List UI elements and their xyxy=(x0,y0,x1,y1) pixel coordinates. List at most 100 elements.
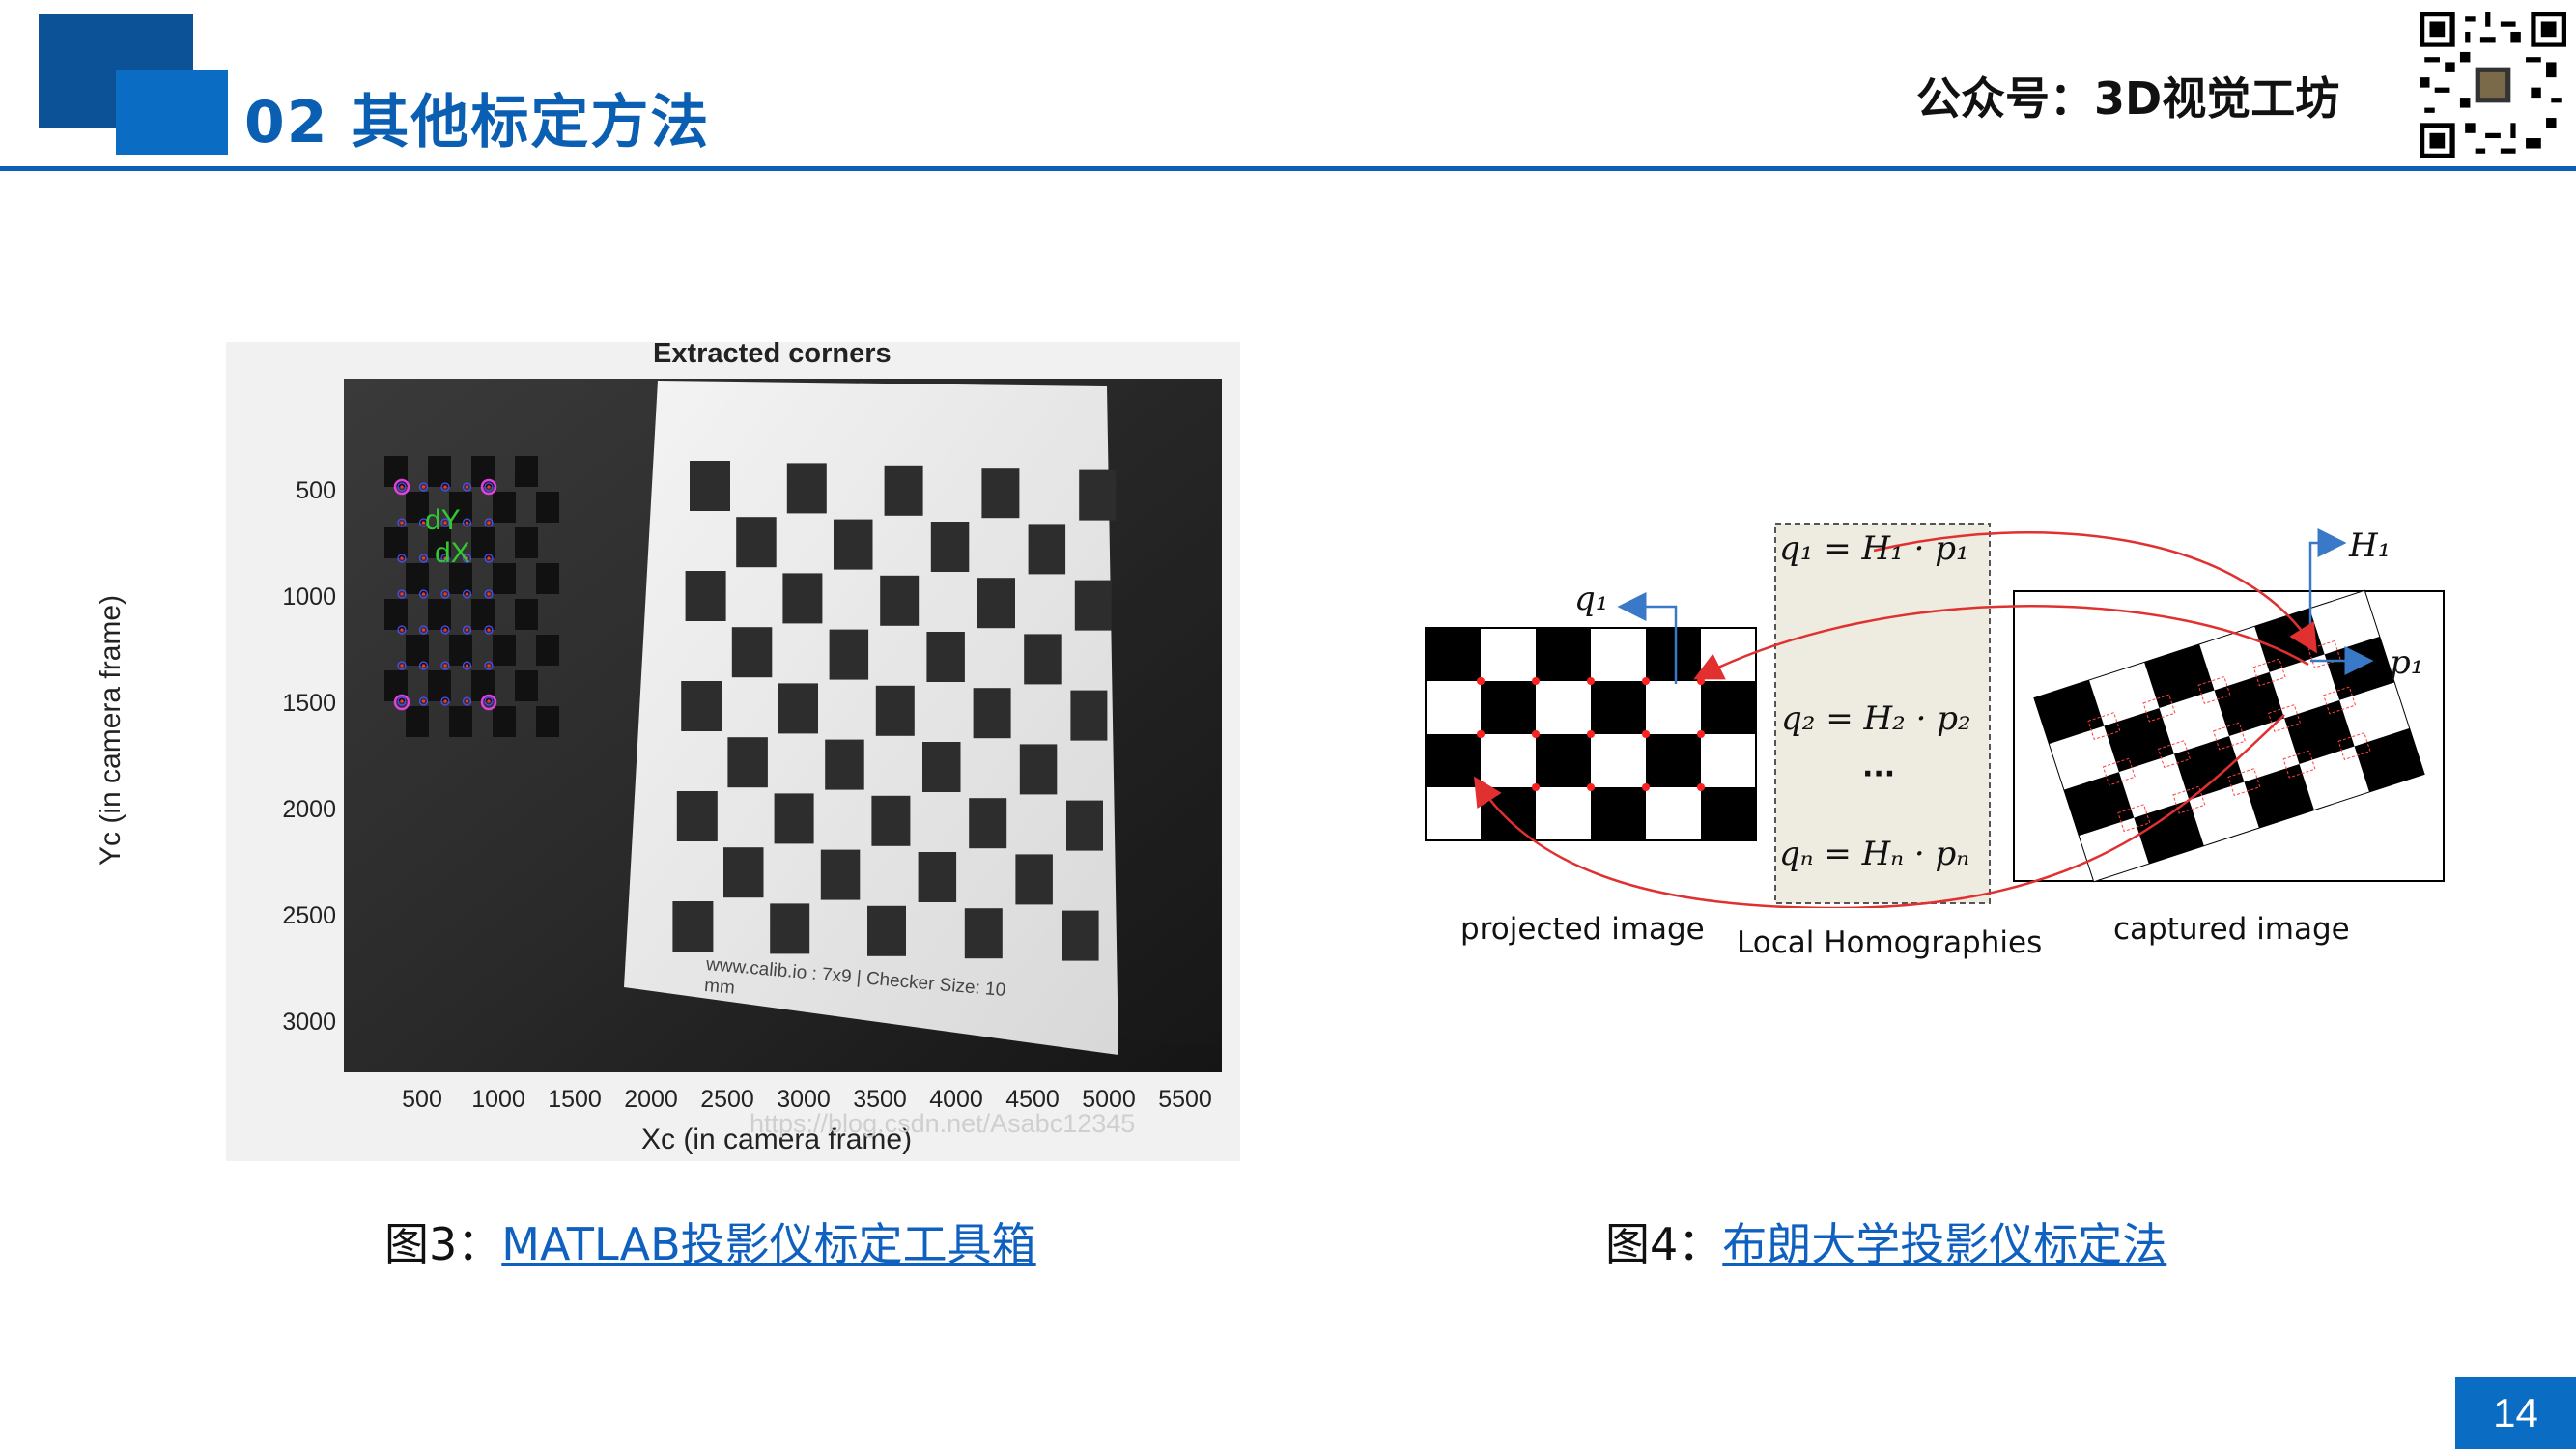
corner-dot xyxy=(1532,730,1540,738)
projected-square xyxy=(449,706,472,737)
board-square xyxy=(825,739,864,790)
corner-point xyxy=(400,485,404,489)
projected-image xyxy=(1425,627,1757,841)
checker-square xyxy=(1481,681,1536,734)
equation-n: qₙ = Hₙ · pₙ xyxy=(1779,835,1970,873)
projected-square xyxy=(384,599,408,630)
y-axis-label: Yc (in camera frame) xyxy=(95,594,127,866)
h1-label: H₁ xyxy=(2349,526,2392,565)
checker-square xyxy=(1701,681,1756,734)
board-square xyxy=(1074,580,1112,631)
x-tick-label: 500 xyxy=(402,1086,442,1113)
corner-point xyxy=(400,556,404,560)
corner-point xyxy=(487,664,491,668)
corner-dot xyxy=(1532,677,1540,685)
board-square xyxy=(731,627,773,678)
brand-label: 公众号：3D视觉工坊 xyxy=(1916,72,2340,125)
board-square xyxy=(918,852,957,902)
board-square xyxy=(723,847,764,898)
board-square xyxy=(973,688,1011,739)
board-square xyxy=(782,573,823,624)
corner-point xyxy=(421,556,426,560)
checker-square xyxy=(1591,681,1646,734)
checker-square xyxy=(1701,787,1756,840)
corner-point xyxy=(465,592,469,596)
corner-point xyxy=(443,592,447,596)
corner-dot xyxy=(1477,677,1485,685)
board-square xyxy=(922,742,961,792)
corner-dot xyxy=(1697,730,1705,738)
board-square xyxy=(1070,690,1108,741)
projected-square xyxy=(515,456,538,487)
corner-point xyxy=(400,521,404,525)
equation-ellipsis: ··· xyxy=(1862,757,1896,791)
y-tick-label: 3000 xyxy=(282,1009,336,1036)
corner-dot xyxy=(1587,677,1595,685)
board-square xyxy=(690,461,730,511)
board-square xyxy=(736,517,777,568)
corner-point xyxy=(487,485,491,489)
y-tick-label: 1500 xyxy=(282,690,336,717)
projected-square xyxy=(471,527,495,558)
corner-point xyxy=(443,664,447,668)
projected-square xyxy=(536,706,559,737)
x-tick-label: 1000 xyxy=(471,1086,525,1113)
board-square xyxy=(1019,744,1058,795)
page-number: 14 xyxy=(2455,1377,2576,1449)
watermark: https://blog.csdn.net/Asabc12345 xyxy=(750,1109,1136,1138)
corner-point xyxy=(465,699,469,703)
projected-square xyxy=(406,635,429,666)
projected-square xyxy=(449,635,472,666)
projected-square xyxy=(406,706,429,737)
corner-point xyxy=(400,699,404,703)
board-square xyxy=(786,463,827,514)
board-square xyxy=(774,793,814,844)
board-square xyxy=(867,905,906,956)
board-square xyxy=(880,575,920,626)
marker-dx-label: dX xyxy=(435,537,470,569)
projected-square xyxy=(515,670,538,701)
corner-dot xyxy=(1587,730,1595,738)
corner-point xyxy=(487,628,491,632)
projected-square xyxy=(406,563,429,594)
corner-dot xyxy=(1697,783,1705,791)
x-tick-label: 5500 xyxy=(1158,1086,1212,1113)
checker-square xyxy=(1536,628,1591,681)
board-square xyxy=(829,629,869,680)
board-square xyxy=(685,571,726,621)
board-square xyxy=(770,903,810,954)
checker-square xyxy=(1426,628,1481,681)
board-square xyxy=(778,683,818,734)
corner-point xyxy=(421,485,426,489)
board-square xyxy=(926,632,965,682)
board-square xyxy=(672,901,714,952)
checker-square xyxy=(1646,628,1701,681)
projected-square xyxy=(536,635,559,666)
svg-text:.: . xyxy=(382,739,384,748)
corner-point xyxy=(400,592,404,596)
figure4-caption: 图4：布朗大学投影仪标定法 xyxy=(1605,1209,2166,1273)
figure4-caption-prefix: 图4： xyxy=(1605,1218,1723,1270)
board-square xyxy=(834,519,873,570)
y-tick-label: 2500 xyxy=(282,902,336,929)
qr-code-icon xyxy=(2420,12,2566,158)
board-square xyxy=(981,468,1020,519)
corner-point xyxy=(400,664,404,668)
projected-square xyxy=(471,599,495,630)
figure4-caption-link[interactable]: 布朗大学投影仪标定法 xyxy=(1722,1218,2166,1270)
corner-point xyxy=(465,521,469,525)
projected-square xyxy=(384,527,408,558)
header-divider xyxy=(0,166,2576,171)
figure3-caption-prefix: 图3： xyxy=(384,1218,502,1270)
corner-dot xyxy=(1642,677,1650,685)
board-square xyxy=(1015,854,1053,905)
figure3-caption-link[interactable]: MATLAB投影仪标定工具箱 xyxy=(501,1218,1035,1270)
projected-square xyxy=(515,599,538,630)
y-tick-label: 500 xyxy=(296,477,336,504)
checker-square xyxy=(1481,787,1536,840)
board-square xyxy=(930,522,970,572)
x-tick-label: 1500 xyxy=(548,1086,602,1113)
corner-point xyxy=(421,592,426,596)
board-square xyxy=(969,798,1007,849)
q1-label: q₁ xyxy=(1574,580,1609,618)
